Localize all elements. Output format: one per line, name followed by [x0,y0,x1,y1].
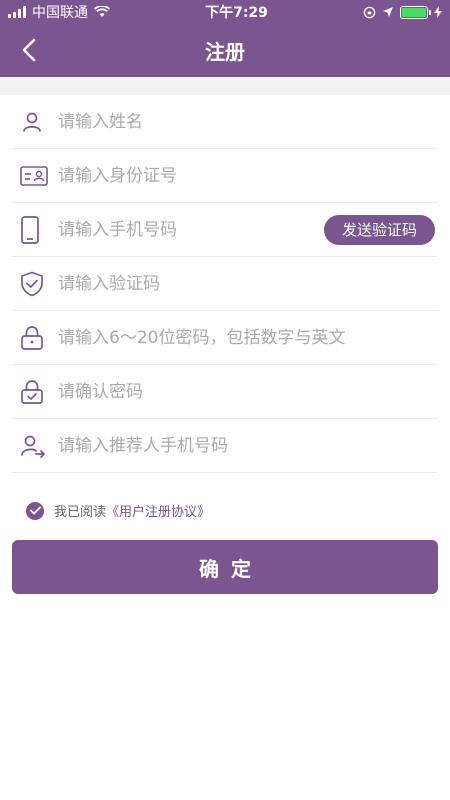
agreement-checkbox[interactable] [26,501,44,520]
id-number-input[interactable] [58,165,438,186]
code-row [12,257,438,311]
agreement-link[interactable]: 《用户注册协议》 [106,501,210,520]
password-input[interactable] [58,327,438,348]
checkmark-icon [29,506,41,515]
location-icon [382,7,393,17]
register-form: 发送验证码 [0,95,450,473]
id-row [12,149,438,203]
battery-icon [399,5,431,19]
status-bar: 中国联通 下午7:29 [0,0,450,24]
agreement-text: 我已阅读 [54,505,107,520]
confirm-button[interactable]: 确定 [12,540,438,594]
referrer-icon [21,435,45,458]
name-row [12,95,438,149]
status-time: 下午7:29 [205,5,268,21]
referrer-phone-input[interactable] [58,435,438,456]
lock-icon [21,325,43,350]
password-row [12,311,438,365]
lock-check-icon [21,379,43,404]
wifi-icon [94,6,110,17]
carrier-label: 中国联通 [32,5,88,21]
name-input[interactable] [58,111,438,132]
verification-code-input[interactable] [58,273,438,294]
send-code-button[interactable]: 发送验证码 [323,214,435,245]
page-title: 注册 [205,40,245,64]
charging-icon [433,6,442,18]
confirm-password-input[interactable] [58,381,438,402]
divider [0,77,450,95]
back-chevron-icon[interactable] [16,36,44,64]
header: 中国联通 下午7:29 注册 [0,0,450,77]
phone-icon [21,215,39,244]
agreement-row: 我已阅读 《用户注册协议》 [0,473,450,520]
signal-icon [8,6,26,18]
confirm-row [12,365,438,419]
navbar: 注册 [0,24,450,77]
user-icon [23,112,41,132]
referrer-row [12,419,438,473]
phone-row: 发送验证码 [12,203,438,257]
rotation-lock-icon [363,6,376,18]
shield-check-icon [21,271,43,296]
phone-input[interactable] [58,219,324,240]
id-card-icon [20,165,48,186]
